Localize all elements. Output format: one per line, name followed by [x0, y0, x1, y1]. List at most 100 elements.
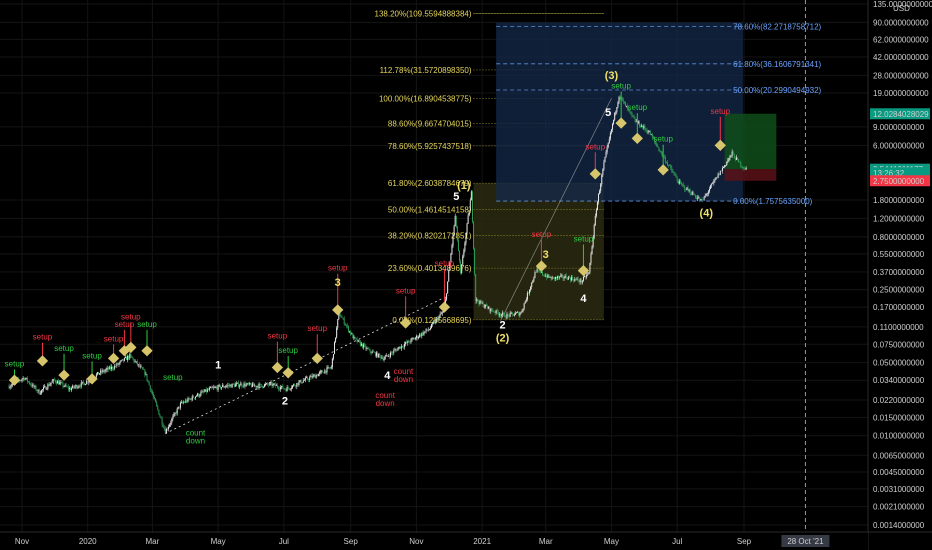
price-chart[interactable]: 138.20%(109.5594888384) 112.78%(31.572089… — [0, 0, 932, 550]
candle-body — [59, 382, 61, 385]
candle-body — [358, 340, 360, 342]
candle-body — [343, 318, 345, 325]
candle-body — [11, 383, 13, 386]
candle-body — [101, 370, 103, 373]
candle-body — [121, 359, 123, 361]
candle-body — [369, 349, 371, 352]
candle-body — [87, 381, 89, 383]
fib-extension-label: 138.20%(109.5594888384) — [375, 9, 472, 18]
candle-body — [244, 383, 246, 387]
candle-body — [396, 349, 398, 351]
candle-body — [279, 388, 281, 390]
price-axis: 135.000000000090.000000000062.0000000000… — [867, 0, 932, 550]
candle-body — [596, 202, 598, 211]
candle-body — [380, 355, 382, 359]
candle-body — [615, 112, 617, 113]
candle-body — [658, 147, 660, 151]
candle-body — [335, 337, 337, 342]
candle-body — [725, 165, 727, 166]
setup-label: setup — [611, 81, 631, 90]
currency-label: USD — [893, 4, 910, 13]
candle-body — [657, 145, 659, 148]
candle-body — [409, 342, 411, 343]
candle-body — [718, 173, 720, 176]
candle-body — [149, 385, 151, 391]
candle-body — [346, 325, 348, 327]
candle-body — [119, 361, 121, 364]
price-tick-label: 19.0000000000 — [873, 89, 929, 98]
candle-body — [407, 340, 409, 343]
candle-body — [371, 351, 373, 354]
candle-body — [723, 166, 725, 169]
candle-body — [214, 387, 216, 388]
candle-body — [47, 384, 49, 389]
candle-body — [733, 154, 735, 159]
candle-body — [235, 383, 237, 385]
candle-body — [447, 281, 449, 294]
candle-body — [189, 398, 191, 400]
candle-body — [249, 383, 251, 385]
candle-body — [120, 360, 122, 362]
candle-body — [262, 386, 264, 388]
candle-body — [392, 352, 394, 354]
candle-body — [683, 184, 685, 186]
price-tick-label: 0.8000000000 — [873, 233, 925, 242]
candle-body — [129, 353, 131, 359]
candle-body — [413, 338, 415, 340]
candle-body — [623, 101, 625, 103]
candle-body — [293, 384, 295, 386]
candle-body — [571, 277, 573, 281]
candle-body — [731, 151, 733, 156]
wave-label: 3 — [335, 277, 341, 289]
candle-body — [61, 382, 63, 383]
candle-body — [67, 386, 69, 390]
candle-body — [174, 413, 176, 414]
candle-body — [435, 319, 437, 324]
candle-body — [545, 275, 547, 277]
candle-body — [460, 261, 462, 274]
candle-body — [65, 384, 67, 387]
candle-body — [410, 338, 412, 343]
candle-body — [411, 338, 413, 340]
candle-body — [379, 353, 381, 356]
setup-label: setup — [104, 334, 124, 343]
fib-retracement-label: 0.00%(1.7575635000) — [733, 197, 813, 206]
price-tag-label: 12.0284028029 — [873, 110, 929, 119]
candle-body — [609, 132, 611, 139]
price-tick-label: 42.0000000000 — [873, 53, 929, 62]
candle-body — [82, 381, 84, 383]
candle-body — [582, 276, 584, 281]
candle-body — [690, 193, 692, 195]
price-tick-label: 0.0065000000 — [873, 451, 925, 460]
candle-body — [36, 390, 38, 392]
candle-body — [508, 314, 510, 317]
candle-body — [55, 382, 57, 384]
candle-body — [326, 367, 328, 373]
candle-body — [365, 345, 367, 349]
candle-body — [294, 384, 296, 386]
time-tick-label: Mar — [146, 537, 160, 546]
setup-label: setup — [396, 286, 416, 295]
candle-body — [504, 313, 506, 318]
candle-body — [194, 396, 196, 399]
candle-body — [53, 379, 55, 380]
candle-body — [150, 390, 152, 392]
price-tick-label: 1.8000000000 — [873, 196, 925, 205]
candle-body — [43, 387, 45, 390]
candle-body — [455, 215, 457, 227]
candle-body — [401, 345, 403, 347]
fib-extension-label: 78.60%(5.9257437518) — [388, 142, 472, 151]
candle-body — [102, 370, 104, 373]
candle-body — [155, 398, 157, 403]
fib-retracement-zone — [496, 22, 743, 202]
candle-body — [482, 302, 484, 308]
candle-body — [23, 377, 25, 380]
candle-body — [519, 313, 521, 316]
candle-body — [201, 391, 203, 393]
candle-body — [463, 250, 465, 257]
price-tag-label: 2.7500000000 — [873, 177, 925, 186]
candle-body — [239, 385, 241, 387]
candle-body — [680, 182, 682, 185]
candle-body — [171, 418, 173, 423]
candle-body — [377, 352, 379, 358]
